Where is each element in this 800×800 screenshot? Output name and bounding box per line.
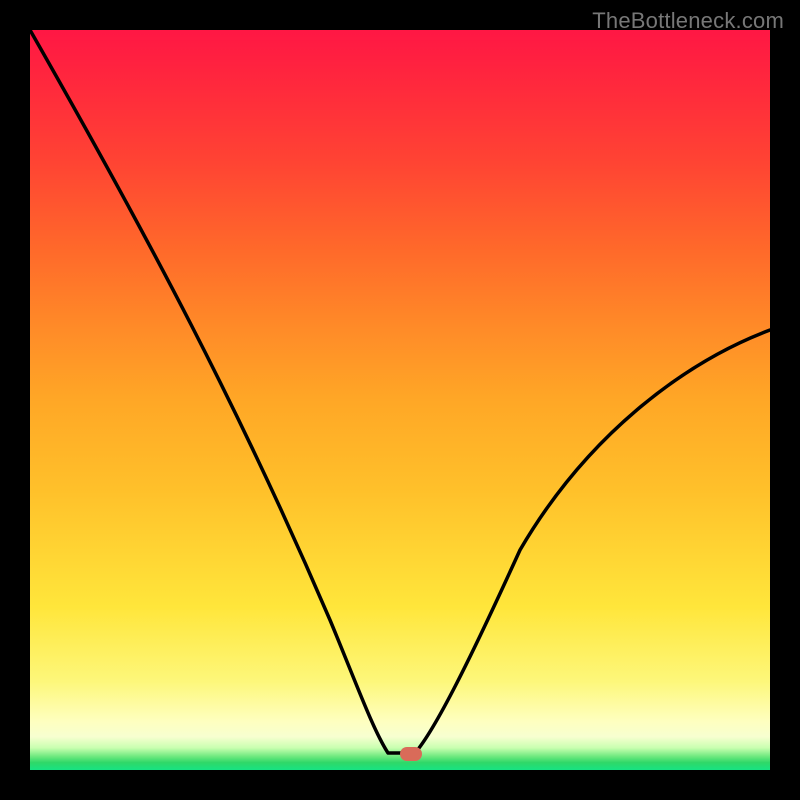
chart-frame: TheBottleneck.com: [0, 0, 800, 800]
curve-path: [30, 30, 770, 753]
bottleneck-curve: [30, 30, 770, 770]
minimum-marker: [400, 747, 422, 761]
plot-area: [30, 30, 770, 770]
